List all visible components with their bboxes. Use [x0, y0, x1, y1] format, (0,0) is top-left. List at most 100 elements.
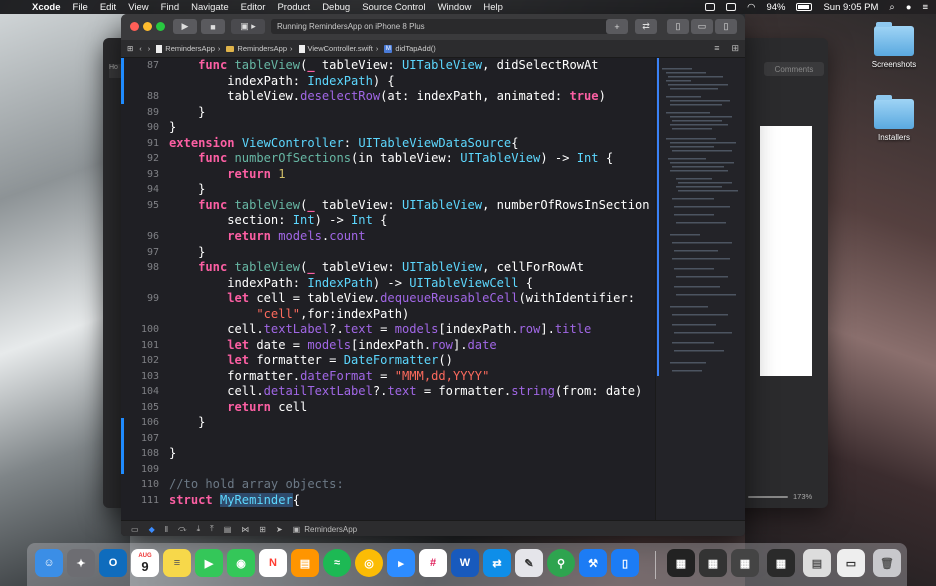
menu-debug[interactable]: Debug — [322, 2, 350, 13]
environment-overrides-icon[interactable]: ⊞ — [259, 525, 266, 534]
zoom-window-button[interactable] — [156, 22, 165, 31]
desktop-folder-screenshots[interactable]: Screenshots — [864, 22, 924, 69]
recent-window-icon[interactable]: ▦ — [667, 549, 695, 577]
slack-icon[interactable]: # — [419, 549, 447, 577]
notes-icon[interactable]: ≡ — [163, 549, 191, 577]
code-line: struct MyReminder{ — [169, 493, 301, 507]
breadcrumb-group[interactable]: RemindersApp › — [226, 44, 293, 53]
stop-button[interactable]: ■ — [201, 19, 225, 34]
forward-button[interactable]: › — [148, 44, 151, 53]
code-line: indexPath: IndexPath) { — [169, 74, 395, 88]
trash-icon[interactable]: 🗑 — [873, 549, 901, 577]
editor-options-icon[interactable]: ≡ — [714, 43, 719, 54]
debug-scheme-label[interactable]: RemindersApp — [304, 525, 357, 534]
zoom-icon[interactable]: ▸ — [387, 549, 415, 577]
code-minimap[interactable] — [655, 58, 745, 520]
texteditor-icon[interactable]: ✎ — [515, 549, 543, 577]
maps-icon[interactable]: ⚲ — [547, 549, 575, 577]
code-review-button[interactable]: ⇄ — [635, 19, 657, 34]
toggle-inspector-button[interactable]: ▯ — [715, 19, 737, 34]
line-number: 101 — [140, 340, 159, 351]
chrome-icon[interactable]: ◎ — [355, 549, 383, 577]
messages-icon[interactable]: ◉ — [227, 549, 255, 577]
line-number: 108 — [140, 448, 159, 459]
menu-product[interactable]: Product — [277, 2, 310, 13]
launchpad-icon[interactable]: ✦ — [67, 549, 95, 577]
toggle-debug-area-button[interactable]: ▭ — [691, 19, 713, 34]
simulator-icon[interactable]: ▯ — [611, 549, 639, 577]
menu-navigate[interactable]: Navigate — [191, 2, 229, 13]
related-items-icon[interactable]: ⊞ — [127, 44, 133, 53]
finder-icon[interactable]: ☺ — [35, 549, 63, 577]
menu-editor[interactable]: Editor — [241, 2, 266, 13]
facetime-icon[interactable]: ▶ — [195, 549, 223, 577]
breadcrumb-file[interactable]: ViewController.swift › — [298, 44, 378, 53]
code-line: } — [169, 415, 206, 429]
breakpoints-toggle-icon[interactable]: ◆ — [149, 525, 155, 534]
breadcrumb-method[interactable]: MdidTapAdd() — [384, 44, 436, 53]
calendar-icon[interactable]: AUG 9 — [131, 549, 159, 577]
menu-file[interactable]: File — [73, 2, 88, 13]
code-line: func numberOfSections(in tableView: UITa… — [198, 151, 614, 165]
recent-window-icon[interactable]: ▦ — [699, 549, 727, 577]
menu-edit[interactable]: Edit — [100, 2, 116, 13]
zoom-level: 173% — [793, 492, 813, 501]
line-number: 102 — [140, 355, 159, 366]
zoom-slider[interactable] — [748, 496, 788, 498]
add-editor-icon[interactable]: ⊞ — [731, 43, 739, 54]
recent-window-icon[interactable]: ▦ — [767, 549, 795, 577]
minimize-window-button[interactable] — [143, 22, 152, 31]
hide-debug-area-icon[interactable]: ▭ — [131, 525, 139, 534]
code-line: } — [169, 105, 206, 119]
menu-help[interactable]: Help — [483, 2, 503, 13]
spotify-icon[interactable]: ≈ — [323, 549, 351, 577]
desktop-folder-installers[interactable]: Installers — [864, 95, 924, 142]
step-out-icon[interactable]: ⤒ — [210, 524, 214, 534]
library-button[interactable]: + — [606, 19, 628, 34]
teamviewer-icon[interactable]: ⇄ — [483, 549, 511, 577]
step-into-icon[interactable]: ⤓ — [197, 524, 201, 534]
menu-find[interactable]: Find — [161, 2, 179, 13]
pause-icon[interactable]: ‖ — [165, 525, 168, 534]
source-editor[interactable]: 87 88 89 90 91 92 93 94 95 96 97 98 99 1… — [121, 58, 655, 520]
word-icon[interactable]: W — [451, 549, 479, 577]
menu-source-control[interactable]: Source Control — [362, 2, 425, 13]
line-number: 90 — [146, 122, 159, 133]
books-icon[interactable]: ▤ — [291, 549, 319, 577]
dock: ☺ ✦ O AUG 9 ≡ ▶ ◉ N ▤ ≈ ◎ ▸ # W ⇄ ✎ ⚲ ⚒ … — [27, 543, 907, 586]
news-icon[interactable]: N — [259, 549, 287, 577]
code-line: extension ViewController: UITableViewDat… — [169, 136, 519, 150]
search-icon[interactable]: ⌕ — [889, 2, 894, 13]
back-button[interactable]: ‹ — [139, 44, 142, 53]
outlook-icon[interactable]: O — [99, 549, 127, 577]
recent-window-icon[interactable]: ▦ — [731, 549, 759, 577]
menu-window[interactable]: Window — [438, 2, 472, 13]
code-line: formatter.dateFormat = "MMM,dd,YYYY" — [169, 369, 490, 383]
xcode-icon[interactable]: ⚒ — [579, 549, 607, 577]
recent-document-icon[interactable]: ▤ — [803, 549, 831, 577]
step-over-icon[interactable]: ⤼ — [178, 524, 187, 534]
run-button[interactable]: ▶ — [173, 19, 197, 34]
clock[interactable]: Sun 9:05 PM — [823, 2, 878, 13]
line-number: 109 — [140, 464, 159, 475]
breadcrumb-project[interactable]: RemindersApp › — [156, 44, 220, 53]
line-number: 93 — [146, 169, 159, 180]
user-icon[interactable]: ● — [906, 2, 912, 13]
menu-app-name[interactable]: Xcode — [32, 2, 61, 13]
menu-view[interactable]: View — [128, 2, 148, 13]
teamviewer-icon[interactable] — [705, 3, 716, 11]
line-number: 100 — [140, 324, 159, 335]
scheme-selector[interactable]: ▣ ▸ — [231, 19, 265, 34]
memory-graph-icon[interactable]: ⋈ — [241, 525, 249, 534]
toggle-navigator-button[interactable]: ▯ — [667, 19, 689, 34]
control-center-icon[interactable]: ≡ — [922, 2, 928, 13]
close-window-button[interactable] — [130, 22, 139, 31]
location-icon[interactable]: ➤ — [276, 525, 283, 534]
comments-button[interactable]: Comments — [764, 62, 824, 76]
battery-icon[interactable] — [796, 3, 813, 11]
view-hierarchy-icon[interactable]: ▤ — [224, 525, 232, 534]
minimap-scroll-indicator[interactable] — [657, 58, 659, 376]
recent-window-icon[interactable]: ▭ — [837, 549, 865, 577]
airplay-icon[interactable] — [726, 3, 737, 11]
wifi-icon[interactable]: ◠ — [747, 2, 755, 13]
